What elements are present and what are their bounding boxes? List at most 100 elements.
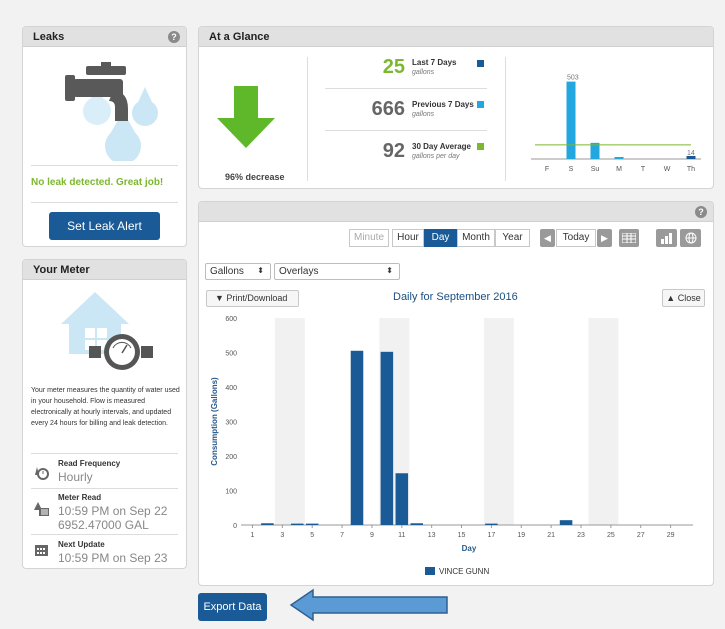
units-select-value: Gallons: [210, 266, 244, 277]
set-leak-alert-button[interactable]: Set Leak Alert: [49, 212, 160, 240]
stat-value: 92: [382, 140, 405, 162]
weekend-band: [588, 318, 619, 525]
meter-icon: [61, 292, 153, 370]
x-tick-label: 1: [251, 532, 255, 539]
legend-swatch: [425, 567, 435, 575]
previous-button[interactable]: ◀: [540, 229, 555, 247]
mini-bar-S: [566, 81, 576, 159]
y-axis-label: Consumption (Gallons): [210, 377, 219, 466]
print-download-button[interactable]: ▼ Print/Download: [206, 290, 299, 307]
x-tick-label: 19: [517, 532, 525, 539]
usage-chart-header: ?: [199, 202, 713, 222]
weekend-band: [483, 318, 514, 525]
overlays-select[interactable]: Overlays ⬍: [274, 263, 400, 280]
x-tick-label: 15: [458, 532, 466, 539]
x-tick-label: 11: [398, 532, 405, 539]
read-frequency-label: Read Frequency: [58, 459, 121, 468]
pointer-arrow: [289, 588, 448, 622]
legend-label: VINCE GUNN: [439, 567, 489, 576]
table-view-button[interactable]: [619, 229, 639, 247]
bar-day-17: [485, 523, 498, 525]
leaks-header: Leaks ?: [23, 27, 186, 47]
y-tick-label: 100: [225, 489, 237, 496]
daily-consumption-chart: 01002003004005006001 3 5 7 9 11 13 15 17 19 21 23 25…: [210, 316, 693, 576]
glance-panel: At a Glance 96% decrease 25 Last 7 Days …: [198, 26, 714, 189]
export-data-button[interactable]: Export Data: [198, 593, 267, 621]
y-tick-label: 0: [233, 523, 237, 530]
mini-tick-label: W: [664, 166, 671, 173]
stat-unit: gallons per day: [412, 153, 460, 160]
tab-hour[interactable]: Hour: [392, 229, 424, 247]
meter-read-icon: [34, 502, 49, 516]
leaks-panel: Leaks ? No leak detected. Great job! Set…: [22, 26, 187, 247]
meter-panel: Your Meter Your meter measures the quant…: [22, 259, 187, 569]
mini-tick-label: M: [616, 166, 622, 173]
mini-weekly-chart: F 503 S Su M T W 14 Th: [531, 75, 701, 173]
tab-month[interactable]: Month: [457, 229, 495, 247]
chevron-down-icon: ⬍: [386, 266, 393, 275]
bar-day-11: [395, 473, 409, 525]
bar-day-5: [305, 523, 319, 525]
globe-button[interactable]: [680, 229, 701, 247]
mini-bar-label: 503: [567, 75, 579, 82]
today-button[interactable]: Today: [556, 229, 596, 247]
x-tick-label: 23: [577, 532, 585, 539]
meter-read-value: 6952.47000 GAL: [58, 518, 149, 532]
next-update-label: Next Update: [58, 540, 105, 549]
glance-title: At a Glance: [209, 31, 270, 43]
x-tick-label: 21: [547, 532, 555, 539]
bar-day-12: [410, 523, 424, 525]
x-tick-label: 3: [280, 532, 284, 539]
meter-read-time: 10:59 PM on Sep 22: [58, 504, 168, 518]
calendar-icon: [35, 545, 48, 556]
help-icon[interactable]: ?: [168, 31, 180, 43]
next-update-value: 10:59 PM on Sep 23: [58, 551, 168, 565]
weekend-band: [274, 318, 305, 525]
globe-icon: [685, 232, 696, 244]
legend-swatch: [477, 143, 484, 150]
x-tick-label: 27: [637, 532, 645, 539]
bar-day-4: [290, 523, 304, 525]
units-select[interactable]: Gallons ⬍: [205, 263, 271, 280]
down-arrow-icon: [217, 86, 275, 148]
meter-description: Your meter measures the quantity of wate…: [31, 387, 180, 427]
mini-bar-last-7-days: [686, 156, 696, 159]
read-frequency-value: Hourly: [58, 470, 93, 484]
tab-day[interactable]: Day: [424, 229, 457, 247]
bar-day-2: [261, 523, 274, 525]
meter-read-label: Meter Read: [58, 493, 102, 502]
tab-year[interactable]: Year: [495, 229, 530, 247]
chart-title: Daily for September 2016: [393, 291, 518, 303]
x-tick-label: 9: [370, 532, 374, 539]
tab-minute[interactable]: Minute: [349, 229, 389, 247]
legend-swatch: [477, 60, 484, 67]
y-tick-label: 600: [225, 316, 237, 323]
y-tick-label: 200: [225, 454, 237, 461]
stat-unit: gallons: [412, 111, 435, 118]
stat-unit: gallons: [412, 69, 435, 76]
decrease-text: 96% decrease: [225, 172, 285, 182]
table-icon: [621, 232, 637, 244]
help-icon[interactable]: ?: [695, 206, 707, 218]
x-axis-label: Day: [462, 544, 477, 553]
bar-chart-icon: [660, 233, 672, 244]
x-tick-label: 5: [310, 532, 314, 539]
leak-status: No leak detected. Great job!: [31, 177, 164, 188]
stat-label: Previous 7 Days: [412, 100, 474, 109]
stat-label: 30 Day Average: [412, 142, 471, 151]
next-button[interactable]: ▶: [597, 229, 612, 247]
close-chart-button[interactable]: ▲ Close: [662, 289, 705, 307]
mini-tick-label: S: [569, 166, 574, 173]
mini-bar-label: 14: [687, 150, 695, 157]
overlays-select-value: Overlays: [279, 266, 319, 277]
bar-chart-view-button[interactable]: [656, 229, 677, 247]
bar-day-10: [380, 351, 394, 525]
bar-day-22: [559, 520, 573, 525]
stat-value: 666: [371, 98, 405, 120]
leaks-title: Leaks: [33, 31, 65, 43]
meter-title: Your Meter: [33, 264, 90, 276]
glance-header: At a Glance: [199, 27, 713, 47]
x-tick-label: 25: [607, 532, 615, 539]
mini-tick-label: F: [545, 166, 549, 173]
x-tick-label: 7: [340, 532, 344, 539]
